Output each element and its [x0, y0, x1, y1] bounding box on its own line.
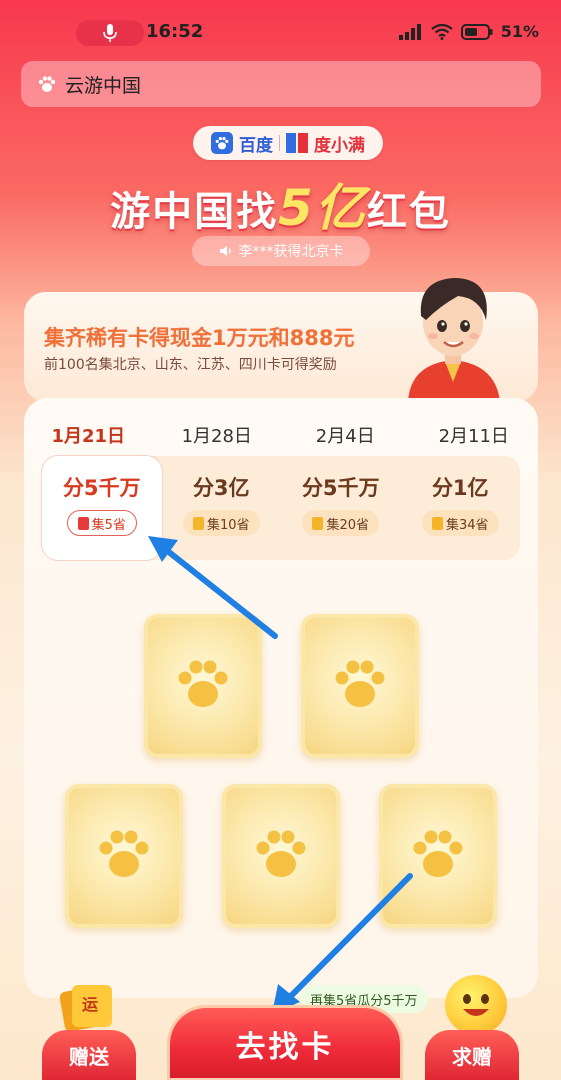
prize-tier-1[interactable]: 分5千万 集5省 — [42, 456, 162, 560]
find-card-label: 去找卡 — [235, 1030, 335, 1065]
title-suffix: 红包 — [366, 189, 451, 235]
mascot-boy-illustration — [408, 278, 500, 402]
ask-card-button[interactable]: 求赠 — [425, 1030, 519, 1080]
prize-amount: 分3亿 — [192, 476, 250, 500]
date-tab-1[interactable]: 1月21日 — [24, 422, 153, 448]
microphone-icon — [103, 24, 117, 42]
duxiaoman-brand: 度小满 — [314, 135, 365, 156]
prize-amount: 分1亿 — [431, 476, 489, 500]
paw-icon — [335, 660, 385, 707]
prize-tier-2[interactable]: 分3亿 集10省 — [162, 456, 282, 560]
date-tab-2[interactable]: 1月28日 — [153, 422, 282, 448]
card-slot-4[interactable] — [222, 784, 340, 928]
baidu-logo-icon — [211, 132, 233, 154]
signal-icon — [398, 23, 421, 40]
prize-requirement: 集20省 — [302, 510, 380, 536]
card-slot-1[interactable] — [144, 614, 262, 758]
ask-card-label: 求赠 — [452, 1044, 492, 1069]
paw-icon — [99, 830, 149, 877]
card-slot-2[interactable] — [301, 614, 419, 758]
page-title: 游中国找5亿红包 — [0, 168, 561, 240]
paw-icon — [256, 830, 306, 877]
status-bar: 16:52 51% — [0, 0, 561, 56]
date-tab-4[interactable]: 2月11日 — [410, 422, 539, 448]
ticker-text: 李***获得北京卡 — [238, 244, 344, 260]
prize-requirement-text: 集20省 — [326, 517, 370, 533]
give-card-button[interactable]: 赠送 — [42, 1030, 136, 1080]
card-slot-5[interactable] — [379, 784, 497, 928]
battery-icon — [460, 23, 493, 40]
card-chip-icon — [312, 516, 324, 530]
duxiaoman-logo-icon — [286, 133, 308, 153]
prize-requirement: 集34省 — [421, 510, 499, 536]
winner-ticker: 李***获得北京卡 — [192, 236, 370, 266]
prize-amount: 分5千万 — [62, 476, 141, 500]
prize-requirement: 集5省 — [66, 510, 137, 536]
prize-tier-3[interactable]: 分5千万 集20省 — [281, 456, 401, 560]
brand-pill: 百度 度小满 — [193, 126, 383, 160]
date-tabs: 1月21日 1月28日 2月4日 2月11日 — [24, 422, 538, 448]
search-bar[interactable]: 云游中国 — [21, 61, 541, 107]
card-chip-icon — [431, 516, 443, 530]
system-icons: 51% — [398, 22, 539, 41]
date-tab-3[interactable]: 2月4日 — [281, 422, 410, 448]
smiley-icon — [445, 975, 507, 1035]
prize-requirement: 集10省 — [182, 510, 260, 536]
baidu-brand: 百度 — [239, 135, 273, 156]
speaker-icon — [219, 246, 231, 256]
give-card-label: 赠送 — [69, 1044, 109, 1069]
prize-requirement-text: 集34省 — [445, 517, 489, 533]
title-highlight: 5亿 — [278, 179, 367, 237]
card-chip-icon — [192, 516, 204, 530]
prize-requirement-text: 集10省 — [206, 517, 250, 533]
microphone-indicator — [76, 20, 144, 46]
find-card-button[interactable]: 去找卡 — [170, 1008, 400, 1080]
brand-divider — [279, 135, 280, 151]
reward-title: 集齐稀有卡得现金1万元和888元 — [44, 326, 355, 350]
status-time: 16:52 — [146, 21, 204, 42]
prize-tier-4[interactable]: 分1亿 集34省 — [401, 456, 521, 560]
paw-icon — [413, 830, 463, 877]
search-query: 云游中国 — [65, 74, 142, 97]
card-slot-3[interactable] — [65, 784, 183, 928]
title-prefix: 游中国找 — [110, 189, 279, 235]
card-chip-icon — [77, 516, 89, 530]
wifi-icon — [431, 23, 453, 40]
battery-percent: 51% — [500, 22, 539, 41]
paw-icon — [178, 660, 228, 707]
prize-requirement-text: 集5省 — [91, 517, 126, 533]
prize-amount: 分5千万 — [301, 476, 380, 500]
prize-tiers: 分5千万 集5省 分3亿 集10省 分5千万 集20省 分1亿 集34省 — [42, 456, 520, 560]
gift-badge-text: 运 — [82, 995, 99, 1014]
baidu-paw-icon — [38, 76, 56, 92]
reward-subtitle: 前100名集北京、山东、江苏、四川卡可得奖励 — [44, 357, 337, 373]
